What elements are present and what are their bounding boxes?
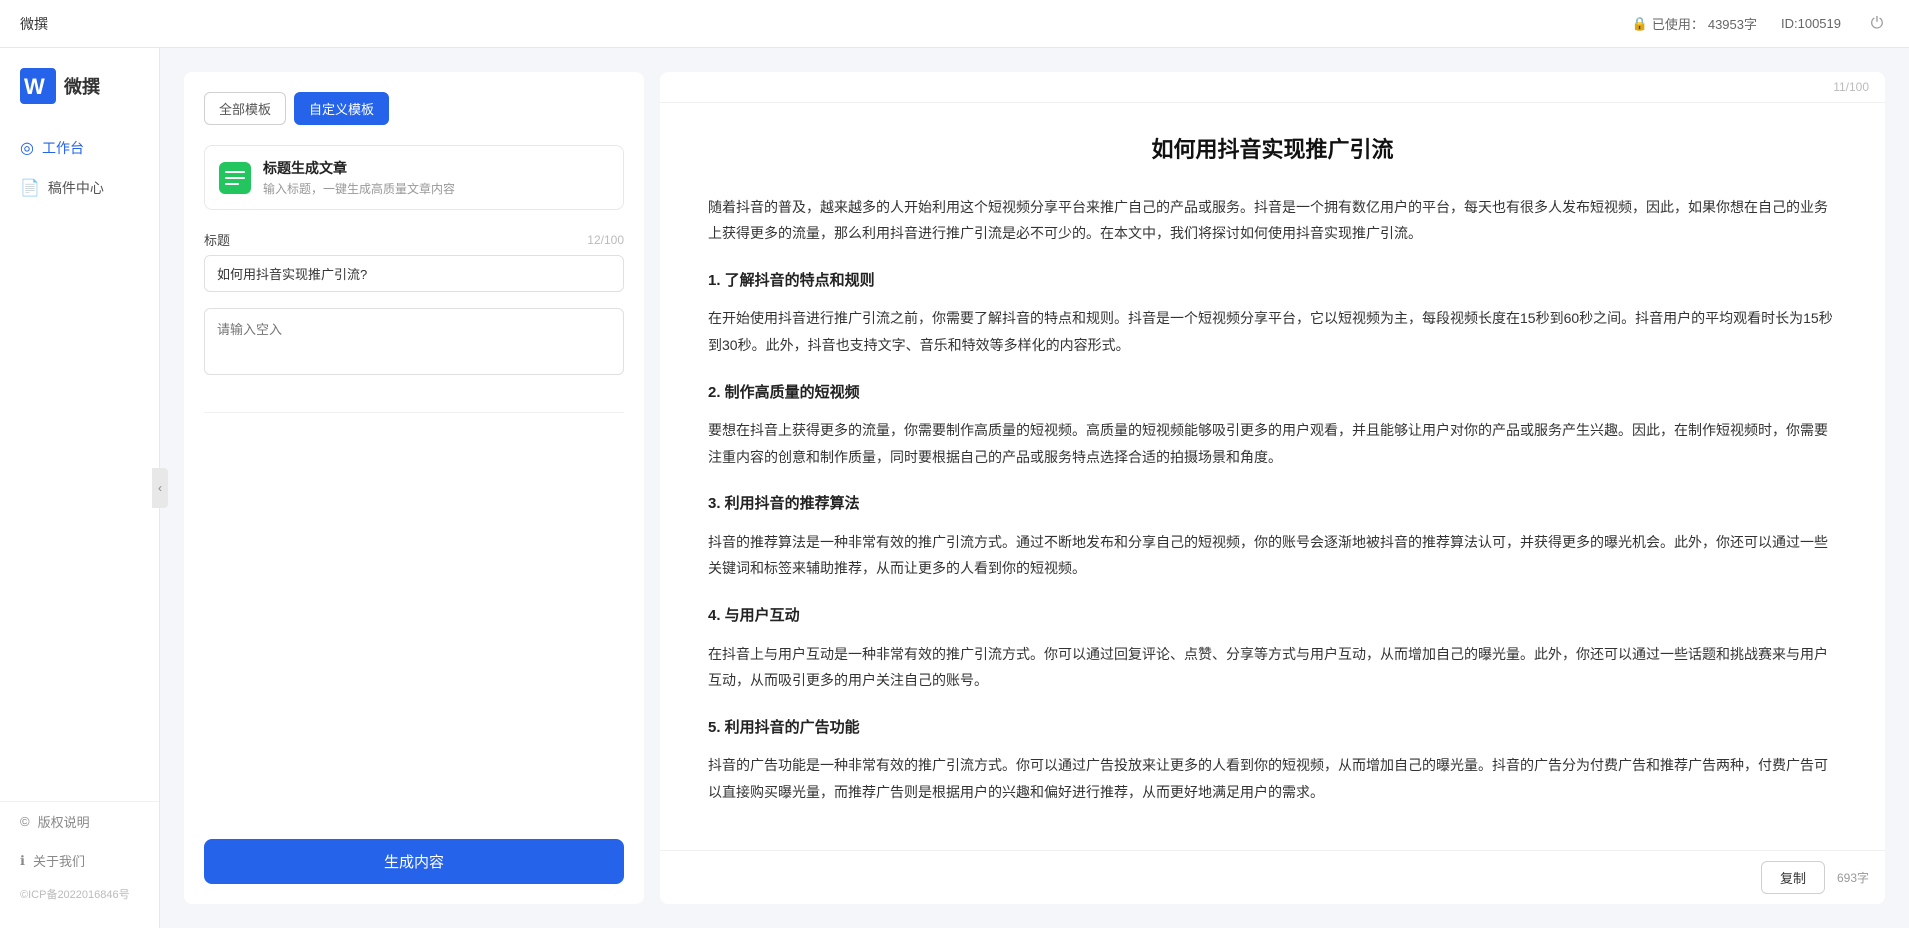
icp-text: ©ICP备2022016846号 [0,880,159,908]
sidebar-nav: ◎ 工作台 📄 稿件中心 [0,128,159,801]
about-icon: ℹ [20,853,25,869]
right-panel-header: 11/100 [660,72,1885,103]
sidebar-item-workspace[interactable]: ◎ 工作台 [0,128,159,168]
content-area: 全部模板 自定义模板 标题生成文章 输入标题，一键生成高质量文章内容 [160,48,1909,928]
about-label: 关于我们 [33,851,85,870]
article-body: 随着抖音的普及，越来越多的人开始利用这个短视频分享平台来推广自己的产品或服务。抖… [708,194,1837,806]
article-title: 如何用抖音实现推广引流 [708,135,1837,166]
title-label: 标题 [204,230,230,249]
topbar-title: 微撰 [20,14,48,34]
article-heading-4: 4. 与用户互动 [708,602,1837,631]
template-card-title: 标题生成文章 [263,158,609,178]
copyright-icon: © [20,814,30,829]
logo-icon: W [20,68,56,104]
usage-count: 43953字 [1708,14,1757,33]
template-card-desc: 输入标题，一键生成高质量文章内容 [263,180,609,197]
workspace-icon: ◎ [20,138,34,158]
title-form-section: 标题 12/100 [204,230,624,292]
template-card-icon [219,162,251,194]
topbar-right: 🔒 已使用： 43953字 ID:100519 ⏻ [1632,12,1889,36]
right-panel: 11/100 如何用抖音实现推广引流 随着抖音的普及，越来越多的人开始利用这个短… [660,72,1885,904]
sidebar-item-drafts[interactable]: 📄 稿件中心 [0,168,159,208]
tab-all-templates[interactable]: 全部模板 [204,92,286,125]
template-card[interactable]: 标题生成文章 输入标题，一键生成高质量文章内容 [204,145,624,210]
topbar: 微撰 🔒 已使用： 43953字 ID:100519 ⏻ [0,0,1909,48]
page-indicator: 11/100 [1833,80,1869,94]
template-icon-svg [225,168,245,188]
sidebar-item-label-workspace: 工作台 [42,138,84,158]
collapse-handle[interactable]: ‹ [152,468,168,508]
word-count: 693字 [1837,869,1869,886]
title-label-row: 标题 12/100 [204,230,624,249]
article-para-0: 随着抖音的普及，越来越多的人开始利用这个短视频分享平台来推广自己的产品或服务。抖… [708,194,1837,247]
copy-button[interactable]: 复制 [1761,861,1825,894]
article-para-4: 在抖音上与用户互动是一种非常有效的推广引流方式。你可以通过回复评论、点赞、分享等… [708,641,1837,694]
article-heading-2: 2. 制作高质量的短视频 [708,379,1837,408]
article-para-2: 要想在抖音上获得更多的流量，你需要制作高质量的短视频。高质量的短视频能够吸引更多… [708,417,1837,470]
form-divider [204,412,624,413]
svg-text:W: W [24,74,45,99]
sidebar: W 微撰 ◎ 工作台 📄 稿件中心 © 版权说明 ℹ 关于我们 ©ICP备2 [0,48,160,928]
sidebar-bottom: © 版权说明 ℹ 关于我们 ©ICP备2022016846号 [0,801,159,908]
copyright-label: 版权说明 [38,812,90,831]
main-layout: W 微撰 ◎ 工作台 📄 稿件中心 © 版权说明 ℹ 关于我们 ©ICP备2 [0,48,1909,928]
content-textarea[interactable] [204,308,624,375]
sidebar-item-label-drafts: 稿件中心 [48,178,104,198]
title-count: 12/100 [587,233,624,247]
right-panel-footer: 复制 693字 [660,850,1885,904]
article-para-3: 抖音的推荐算法是一种非常有效的推广引流方式。通过不断地发布和分享自己的短视频，你… [708,529,1837,582]
article-para-5: 抖音的广告功能是一种非常有效的推广引流方式。你可以通过广告投放来让更多的人看到你… [708,752,1837,805]
placeholder-form-section [204,308,624,380]
generate-button[interactable]: 生成内容 [204,839,624,884]
power-button[interactable]: ⏻ [1865,12,1889,36]
tab-custom-templates[interactable]: 自定义模板 [294,92,389,125]
article-heading-1: 1. 了解抖音的特点和规则 [708,267,1837,296]
usage-stat: 🔒 已使用： 43953字 [1632,14,1757,33]
usage-icon: 🔒 [1632,16,1648,32]
left-panel: 全部模板 自定义模板 标题生成文章 输入标题，一键生成高质量文章内容 [184,72,644,904]
sidebar-item-copyright[interactable]: © 版权说明 [0,802,159,841]
logo-text: 微撰 [64,73,100,99]
sidebar-item-about[interactable]: ℹ 关于我们 [0,841,159,880]
logo-area: W 微撰 [0,68,159,128]
id-stat: ID:100519 [1781,16,1841,31]
article-para-1: 在开始使用抖音进行推广引流之前，你需要了解抖音的特点和规则。抖音是一个短视频分享… [708,305,1837,358]
article-content: 如何用抖音实现推广引流 随着抖音的普及，越来越多的人开始利用这个短视频分享平台来… [660,103,1885,850]
article-heading-3: 3. 利用抖音的推荐算法 [708,490,1837,519]
usage-label: 已使用： [1652,14,1704,33]
drafts-icon: 📄 [20,178,40,198]
template-tabs: 全部模板 自定义模板 [204,92,624,125]
template-card-info: 标题生成文章 输入标题，一键生成高质量文章内容 [263,158,609,197]
article-heading-5: 5. 利用抖音的广告功能 [708,714,1837,743]
title-input[interactable] [204,255,624,292]
